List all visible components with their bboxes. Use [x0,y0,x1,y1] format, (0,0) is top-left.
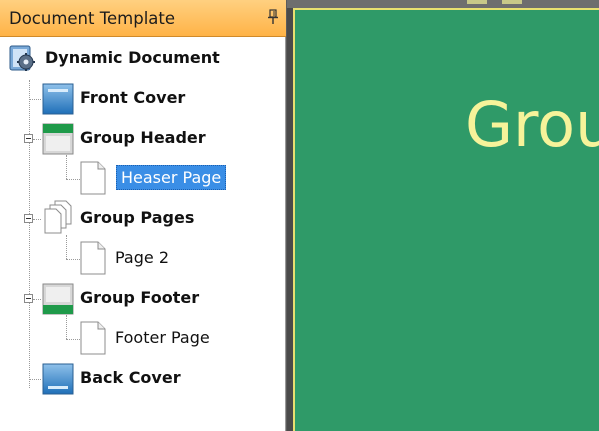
gear-document-icon [9,45,35,71]
tree-root-dynamic-document[interactable]: Dynamic Document [0,42,285,74]
front-cover-icon [42,83,74,115]
panel-title: Document Template [9,9,176,28]
panel-header: Document Template [0,0,286,37]
margin-marker [467,0,487,4]
tree-item-label: Heaser Page [116,165,227,190]
tree-item-label: Group Header [80,128,206,147]
preview-top-strip [287,0,599,8]
page-icon [80,241,106,275]
margin-marker [502,0,522,4]
document-tree: Dynamic Document Front Cover Group Heade… [0,38,285,431]
group-header-icon [42,123,74,155]
tree-item-label: Group Footer [80,288,200,307]
tree-item-group-header[interactable]: Group Header [0,122,285,155]
tree-item-group-pages[interactable]: Group Pages [0,200,285,234]
tree-item-page-2[interactable]: Page 2 [0,241,285,275]
tree-item-front-cover[interactable]: Front Cover [0,82,285,115]
tree-item-heaser-page[interactable]: Heaser Page [0,161,285,195]
preview-area: Grou [287,0,599,431]
tree-item-label: Back Cover [80,368,181,387]
tree-item-label: Group Pages [80,208,195,227]
tree-item-group-footer[interactable]: Group Footer [0,282,285,315]
tree-item-label: Footer Page [115,328,210,347]
pages-stack-icon [44,200,72,234]
tree-item-label: Front Cover [80,88,186,107]
document-template-panel: Document Template Dynamic Document Front… [0,0,286,431]
preview-heading: Grou [465,88,599,161]
group-footer-icon [42,283,74,315]
page-icon [80,321,106,355]
preview-page[interactable]: Grou [293,8,599,431]
tree-item-label: Dynamic Document [45,48,220,67]
tree-item-label: Page 2 [115,248,169,267]
tree-item-back-cover[interactable]: Back Cover [0,362,285,395]
pin-icon[interactable] [267,9,279,25]
tree-item-footer-page[interactable]: Footer Page [0,321,285,355]
page-icon [80,161,106,195]
back-cover-icon [42,363,74,395]
